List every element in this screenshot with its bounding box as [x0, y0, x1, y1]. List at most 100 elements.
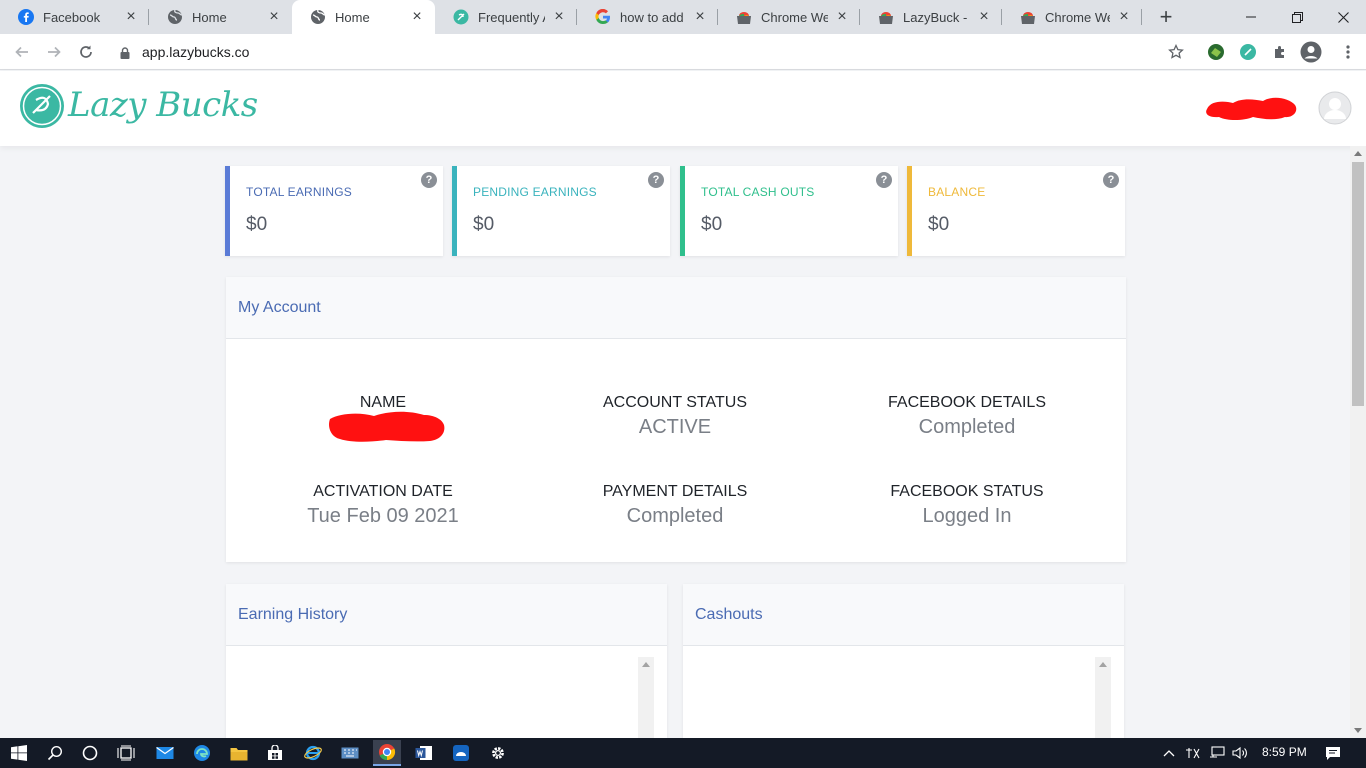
puzzle-extensions-icon[interactable]: [1269, 41, 1291, 63]
extension-icon[interactable]: [1205, 41, 1227, 63]
tab-title: Frequently Ask: [478, 9, 545, 25]
tab-title: LazyBuck - Chr: [903, 9, 970, 25]
close-tab-icon[interactable]: ×: [409, 9, 425, 25]
browser-tab[interactable]: Frequently Ask ×: [435, 0, 577, 34]
windows-start-icon[interactable]: [8, 742, 30, 764]
globe-icon: [310, 9, 326, 25]
stat-card-total-cash-outs: TOTAL CASH OUTS $0 ?: [680, 166, 898, 256]
back-button[interactable]: [10, 40, 34, 64]
stat-label: TOTAL CASH OUTS: [701, 185, 815, 199]
minimize-button[interactable]: [1228, 0, 1274, 34]
windows-taskbar: 8:59 PM: [0, 738, 1366, 768]
search-icon[interactable]: [44, 742, 66, 764]
browser-tab[interactable]: how to add ex ×: [577, 0, 718, 34]
network-icon[interactable]: [1206, 742, 1228, 764]
logo-text[interactable]: Lazy Bucks: [68, 85, 258, 125]
close-tab-icon[interactable]: ×: [1116, 9, 1132, 25]
chrome-menu-icon[interactable]: [1337, 41, 1359, 63]
store-icon[interactable]: [264, 742, 286, 764]
mail-icon[interactable]: [154, 742, 176, 764]
earning-history-panel: Earning History: [226, 584, 667, 738]
browser-tab[interactable]: Facebook ×: [0, 0, 149, 34]
app-icon[interactable]: [450, 742, 472, 764]
stat-label: TOTAL EARNINGS: [246, 185, 352, 199]
cortana-icon[interactable]: [79, 742, 101, 764]
restore-button[interactable]: [1274, 0, 1320, 34]
close-tab-icon[interactable]: ×: [266, 9, 282, 25]
browser-tab-strip: Facebook × Home × Home × Frequently Ask …: [0, 0, 1366, 34]
lazybucks-logo-icon[interactable]: [19, 83, 65, 129]
help-icon[interactable]: ?: [876, 172, 892, 188]
ime-icon[interactable]: [1182, 742, 1204, 764]
word-icon[interactable]: [413, 742, 435, 764]
browser-tab[interactable]: Chrome Web S ×: [718, 0, 860, 34]
payment-details-value: Completed: [626, 505, 724, 527]
chrome-webstore-icon: [1020, 9, 1036, 25]
panel-title: My Account: [238, 299, 321, 316]
chrome-webstore-icon: [878, 9, 894, 25]
user-avatar-icon[interactable]: [1318, 91, 1352, 125]
bookmark-star-icon[interactable]: [1165, 41, 1187, 63]
browser-tab[interactable]: Chrome Web S ×: [1002, 0, 1142, 34]
chrome-taskbar-icon[interactable]: [373, 740, 401, 766]
browser-tab[interactable]: Home ×: [149, 0, 292, 34]
chevron-up-icon[interactable]: [1158, 742, 1180, 764]
facebook-details-label: FACEBOOK DETAILS: [888, 394, 1046, 411]
settings-gear-icon[interactable]: [487, 742, 509, 764]
close-tab-icon[interactable]: ×: [551, 9, 567, 25]
tab-title: how to add ex: [620, 9, 686, 25]
new-tab-button[interactable]: +: [1154, 5, 1178, 29]
scrollbar-thumb[interactable]: [1352, 162, 1364, 406]
close-tab-icon[interactable]: ×: [123, 9, 139, 25]
close-tab-icon[interactable]: ×: [692, 9, 708, 25]
close-tab-icon[interactable]: ×: [834, 9, 850, 25]
help-icon[interactable]: ?: [421, 172, 437, 188]
internet-explorer-icon[interactable]: [302, 742, 324, 764]
help-icon[interactable]: ?: [1103, 172, 1119, 188]
panel-header: Earning History: [226, 584, 667, 646]
account-status-value: ACTIVE: [638, 416, 712, 438]
url-text: app.lazybucks.co: [142, 44, 250, 60]
keyboard-icon[interactable]: [339, 742, 361, 764]
lazybucks-extension-icon[interactable]: [1237, 41, 1259, 63]
edge-icon[interactable]: [191, 742, 213, 764]
tab-title: Chrome Web S: [761, 9, 828, 25]
facebook-status-value: Logged In: [922, 505, 1012, 527]
stat-value: $0: [246, 214, 268, 235]
reload-button[interactable]: [74, 40, 98, 64]
taskbar-clock[interactable]: 8:59 PM: [1262, 745, 1307, 759]
forward-button[interactable]: [42, 40, 66, 64]
browser-tab-active[interactable]: Home ×: [292, 0, 435, 34]
cashouts-scrollbar[interactable]: [1095, 657, 1111, 738]
facebook-details-value: Completed: [918, 416, 1016, 438]
stat-card-total-earnings: TOTAL EARNINGS $0 ?: [225, 166, 443, 256]
tab-title: Home: [335, 9, 370, 25]
redacted-name: [327, 409, 447, 448]
lazybucks-icon: [453, 9, 469, 25]
action-center-icon[interactable]: [1322, 742, 1344, 764]
lock-icon: [120, 46, 130, 64]
app-header: Lazy Bucks: [0, 71, 1366, 146]
profile-icon[interactable]: [1300, 41, 1322, 63]
payment-details-label: PAYMENT DETAILS: [602, 483, 748, 500]
facebook-icon: [18, 9, 34, 25]
panel-header: Cashouts: [683, 584, 1124, 646]
volume-icon[interactable]: [1229, 742, 1251, 764]
facebook-status-label: FACEBOOK STATUS: [890, 483, 1044, 500]
globe-icon: [167, 9, 183, 25]
page-scrollbar[interactable]: [1350, 146, 1366, 738]
panel-title: Cashouts: [695, 606, 763, 623]
file-explorer-icon[interactable]: [228, 742, 250, 764]
task-view-icon[interactable]: [115, 742, 137, 764]
google-icon: [595, 9, 611, 25]
stat-value: $0: [928, 214, 950, 235]
help-icon[interactable]: ?: [648, 172, 664, 188]
browser-tab[interactable]: LazyBuck - Chr ×: [860, 0, 1002, 34]
my-account-panel: My Account NAME ACCOUNT STATUS ACTIVE FA…: [226, 277, 1126, 562]
address-bar[interactable]: [110, 36, 1196, 68]
close-tab-icon[interactable]: ×: [976, 9, 992, 25]
stat-card-pending-earnings: PENDING EARNINGS $0 ?: [452, 166, 670, 256]
browser-toolbar: app.lazybucks.co: [0, 34, 1366, 70]
earning-history-scrollbar[interactable]: [638, 657, 654, 738]
close-window-button[interactable]: [1320, 0, 1366, 34]
